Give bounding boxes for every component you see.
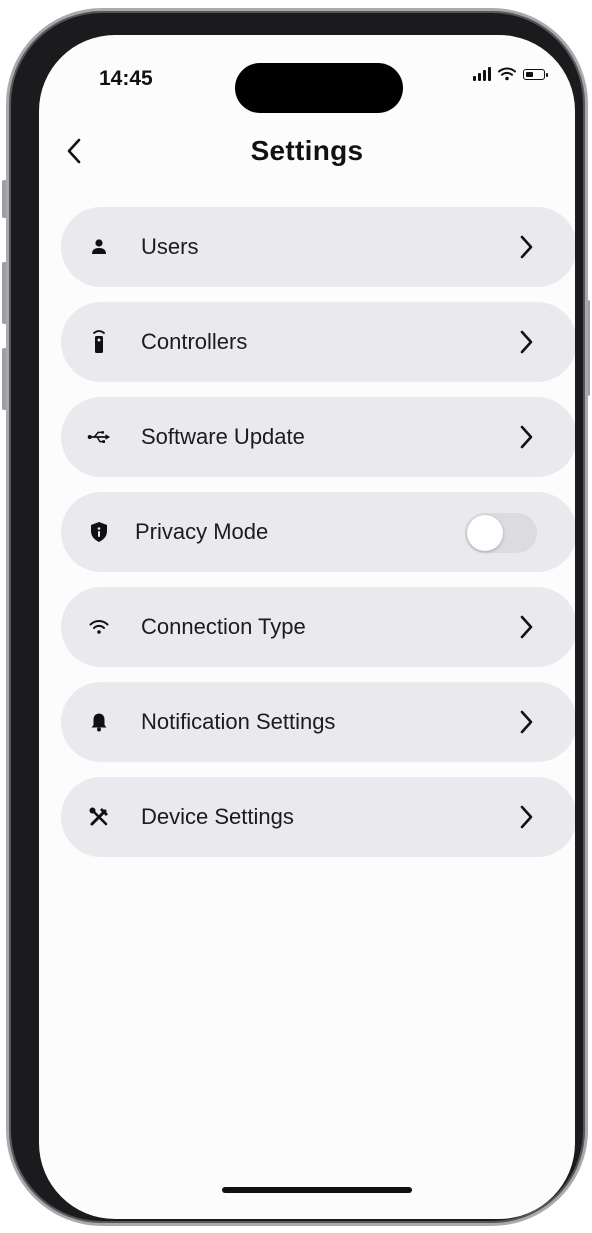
home-indicator[interactable] bbox=[222, 1187, 412, 1193]
settings-item-notification-settings[interactable]: Notification Settings bbox=[61, 682, 575, 762]
bell-icon bbox=[87, 710, 111, 734]
phone-frame: 14:45 Settings Users Controllers Softwar… bbox=[6, 8, 588, 1226]
navigation-bar: Settings bbox=[39, 127, 575, 177]
wifi-icon bbox=[87, 615, 111, 639]
status-time: 14:45 bbox=[99, 67, 153, 90]
chevron-right-icon bbox=[520, 235, 533, 259]
status-icons bbox=[473, 67, 548, 81]
settings-item-label: Controllers bbox=[141, 329, 248, 354]
chevron-right-icon bbox=[520, 425, 533, 449]
screen: 14:45 Settings Users Controllers Softwar… bbox=[39, 35, 575, 1219]
settings-list: Users Controllers Software Update Privac… bbox=[61, 207, 575, 872]
privacy-mode-toggle[interactable] bbox=[465, 513, 537, 553]
usb-icon bbox=[87, 425, 111, 449]
page-title: Settings bbox=[250, 135, 364, 166]
settings-item-controllers[interactable]: Controllers bbox=[61, 302, 575, 382]
battery-level bbox=[526, 71, 533, 77]
wifi-icon bbox=[498, 67, 516, 81]
settings-item-device-settings[interactable]: Device Settings bbox=[61, 777, 575, 857]
settings-item-privacy-mode: Privacy Mode bbox=[61, 492, 575, 572]
settings-item-connection-type[interactable]: Connection Type bbox=[61, 587, 575, 667]
chevron-right-icon bbox=[520, 710, 533, 734]
chevron-right-icon bbox=[520, 805, 533, 829]
user-icon bbox=[87, 235, 111, 259]
settings-item-label: Users bbox=[141, 234, 199, 259]
chevron-right-icon bbox=[520, 615, 533, 639]
settings-item-label: Device Settings bbox=[141, 804, 294, 829]
remote-icon bbox=[87, 330, 111, 354]
chevron-right-icon bbox=[520, 330, 533, 354]
cellular-signal-icon bbox=[473, 67, 491, 81]
dynamic-island bbox=[235, 63, 403, 113]
settings-item-label: Connection Type bbox=[141, 614, 306, 639]
toggle-knob bbox=[467, 515, 503, 551]
battery-icon bbox=[523, 68, 548, 80]
settings-item-label: Privacy Mode bbox=[135, 519, 269, 544]
settings-item-software-update[interactable]: Software Update bbox=[61, 397, 575, 477]
settings-item-label: Software Update bbox=[141, 424, 305, 449]
shield-icon bbox=[87, 520, 111, 544]
tools-icon bbox=[87, 805, 111, 829]
settings-item-users[interactable]: Users bbox=[61, 207, 575, 287]
settings-item-label: Notification Settings bbox=[141, 709, 336, 734]
